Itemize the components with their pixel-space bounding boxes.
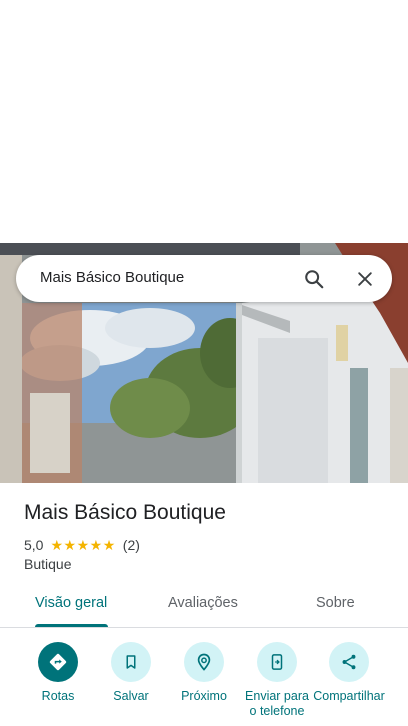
- close-icon[interactable]: [351, 265, 379, 293]
- active-tab-indicator: [35, 624, 108, 627]
- search-bar[interactable]: Mais Básico Boutique: [16, 255, 392, 302]
- directions-button[interactable]: Rotas: [21, 642, 95, 704]
- nearby-icon: [184, 642, 224, 682]
- map-blank-area: [0, 0, 408, 243]
- search-input[interactable]: Mais Básico Boutique: [40, 269, 184, 286]
- share-icon: [329, 642, 369, 682]
- review-count[interactable]: (2): [123, 537, 140, 553]
- star-icon: ★: [63, 537, 77, 553]
- share-label: Compartilhar: [313, 689, 385, 703]
- save-button[interactable]: Salvar: [94, 642, 168, 704]
- star-icon: ★: [89, 537, 103, 553]
- directions-icon: [38, 642, 78, 682]
- tab-about[interactable]: Sobre: [316, 595, 355, 611]
- search-icon[interactable]: [300, 265, 328, 293]
- share-button[interactable]: Compartilhar: [312, 642, 386, 704]
- rating-value: 5,0: [24, 537, 44, 553]
- nearby-label: Próximo: [181, 689, 227, 703]
- star-rating: ★ ★ ★ ★ ★: [50, 538, 115, 552]
- star-icon: ★: [50, 537, 64, 553]
- send-to-phone-label: Enviar para o telefone: [245, 689, 309, 718]
- action-bar: Rotas Salvar Próximo Enviar para o telef…: [0, 630, 408, 726]
- bookmark-icon: [111, 642, 151, 682]
- star-icon: ★: [76, 537, 90, 553]
- place-title: Mais Básico Boutique: [24, 501, 226, 524]
- send-to-phone-button[interactable]: Enviar para o telefone: [240, 642, 314, 719]
- place-category: Butique: [24, 556, 72, 572]
- tab-overview[interactable]: Visão geral: [35, 595, 107, 611]
- directions-label: Rotas: [41, 689, 75, 703]
- rating-row[interactable]: 5,0 ★ ★ ★ ★ ★ (2): [24, 536, 140, 554]
- star-icon: ★: [102, 537, 116, 553]
- send-to-phone-icon: [257, 642, 297, 682]
- tab-reviews[interactable]: Avaliações: [168, 595, 238, 611]
- save-label: Salvar: [113, 689, 149, 703]
- tab-bar: Visão geral Avaliações Sobre: [0, 584, 408, 628]
- nearby-button[interactable]: Próximo: [167, 642, 241, 704]
